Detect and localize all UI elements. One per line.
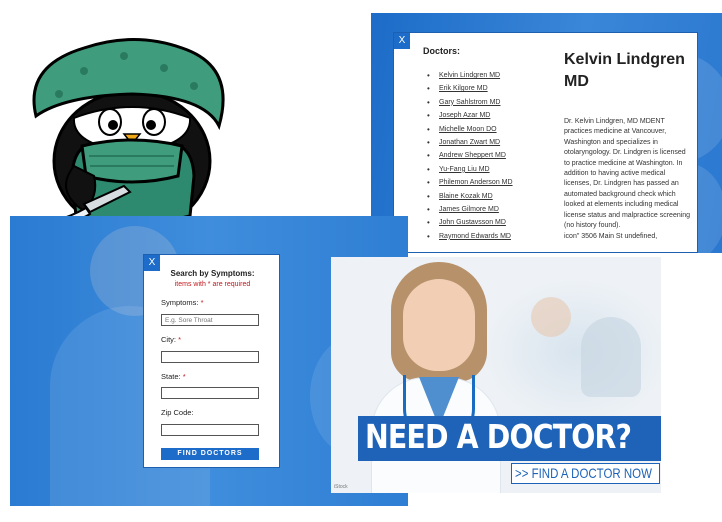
doctors-list-title: Doctors:	[423, 46, 461, 56]
find-a-doctor-now-link[interactable]: >> FIND A DOCTOR NOW	[515, 465, 652, 481]
doctor-link[interactable]: Blaine Kozak MD	[427, 190, 513, 204]
banner-headline: NEED A DOCTOR?	[365, 417, 632, 456]
doctor-link[interactable]: Joseph Azar MD	[427, 109, 513, 123]
doctor-link[interactable]: Andrew Sheppert MD	[427, 149, 513, 163]
doctor-address: icon" 3506 Main St undefined,	[564, 233, 658, 240]
required-note: items with * are required	[174, 281, 251, 288]
symptom-search-form: X Search by Symptoms: items with * are r…	[143, 254, 280, 468]
patient-figure	[581, 317, 641, 397]
need-a-doctor-banner[interactable]: NEED A DOCTOR? >> FIND A DOCTOR NOW iSto…	[331, 257, 661, 493]
zip-code-label: Zip Code:	[161, 408, 194, 417]
doctor-link[interactable]: Gary Sahlstrom MD	[427, 96, 513, 110]
doctor-link[interactable]: Raymond Edwards MD	[427, 230, 513, 244]
symptoms-input[interactable]	[161, 314, 259, 326]
penguin-surgeon-illustration	[32, 38, 225, 226]
doctors-list: Kelvin Lindgren MD Erik Kilgore MD Gary …	[427, 69, 513, 244]
city-label: City: *	[161, 335, 182, 344]
doctor-link[interactable]: Yu-Fang Liu MD	[427, 163, 513, 177]
doctor-link[interactable]: Kelvin Lindgren MD	[427, 69, 513, 83]
symptoms-label: Symptoms: *	[161, 298, 204, 307]
state-label: State: *	[161, 372, 186, 381]
state-input[interactable]	[161, 387, 259, 399]
close-button[interactable]: X	[394, 33, 410, 49]
image-credit: iStock	[334, 484, 348, 490]
doctor-link[interactable]: Michelle Moon DO	[427, 123, 513, 137]
doctor-link[interactable]: James Gilmore MD	[427, 203, 513, 217]
zip-code-input[interactable]	[161, 424, 259, 436]
form-title: Search by Symptoms:	[170, 269, 255, 278]
doctor-link[interactable]: Philemon Anderson MD	[427, 176, 513, 190]
find-doctors-button[interactable]: FIND DOCTORS	[161, 448, 259, 460]
doctor-link[interactable]: Erik Kilgore MD	[427, 82, 513, 96]
doctor-face	[403, 279, 475, 371]
doctor-link[interactable]: John Gustavsson MD	[427, 216, 513, 230]
doctor-profile-card: X Doctors: Kelvin Lindgren MD Erik Kilgo…	[393, 32, 698, 253]
doctor-name-heading: Kelvin Lindgren MD	[564, 51, 685, 90]
city-input[interactable]	[161, 351, 259, 363]
doctor-bio: Dr. Kelvin Lindgren, MD MDENT practices …	[564, 118, 691, 230]
doctor-link[interactable]: Jonathan Zwart MD	[427, 136, 513, 150]
doctor-profile-panel: X Doctors: Kelvin Lindgren MD Erik Kilgo…	[371, 13, 722, 253]
background-doctor	[531, 297, 571, 337]
